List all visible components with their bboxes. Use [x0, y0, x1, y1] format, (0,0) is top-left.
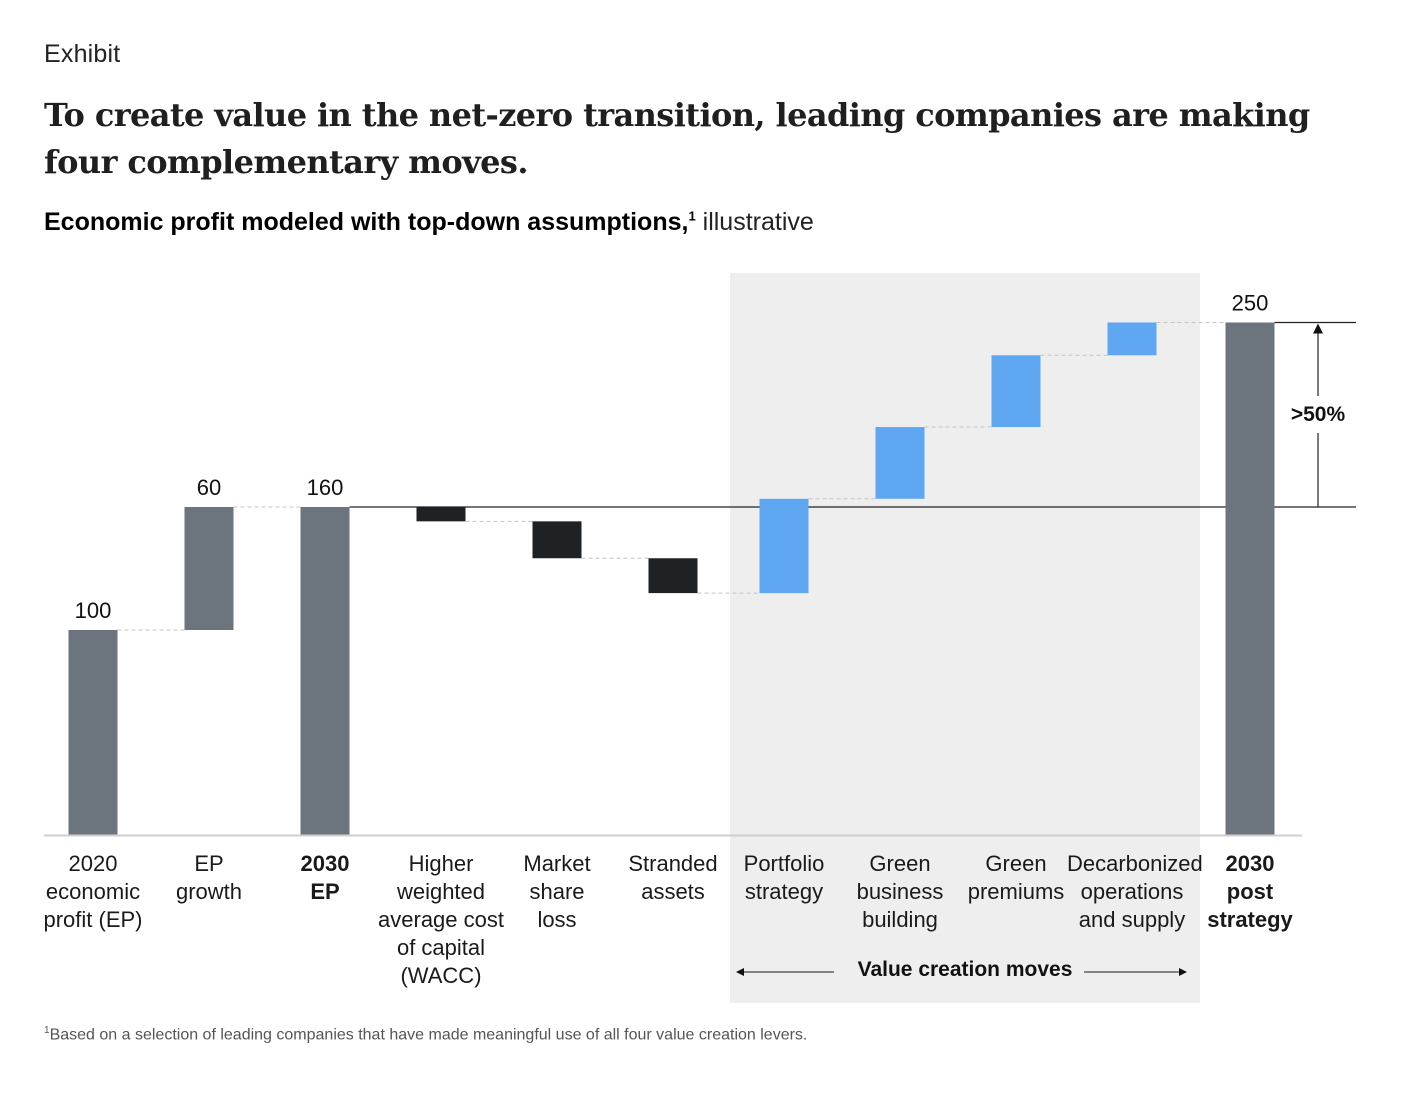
category-label: Green premiums: [967, 851, 1065, 904]
category-label: 2030 EP: [300, 851, 350, 904]
value-label: 60: [197, 475, 221, 500]
bar-market-share-loss: [532, 521, 582, 559]
category-label: 2020 economic profit (EP): [43, 851, 143, 932]
footnote-text: Based on a selection of leading companie…: [49, 1026, 808, 1044]
value-creation-moves-label: Value creation moves: [857, 958, 1073, 981]
arrow-up-icon: [1313, 323, 1323, 334]
footnote: 1Based on a selection of leading compani…: [44, 1025, 807, 1044]
category-label: Green business building: [856, 851, 944, 932]
bar-green-business-building: [875, 427, 925, 499]
bar-ep-growth: [184, 507, 234, 630]
category-label: Market share loss: [523, 851, 591, 932]
bar-decarbonized-operations-and-supply: [1107, 322, 1157, 356]
value-label: 100: [75, 598, 112, 623]
category-label: Decarbonized operations and supply: [1067, 851, 1203, 932]
bar-stranded-assets: [648, 558, 698, 594]
category-label: EP growth: [175, 851, 243, 904]
bar-2030-post-strategy: [1225, 322, 1275, 835]
value-label: 250: [1232, 291, 1269, 316]
growth-annotation: >50%: [1291, 323, 1346, 507]
category-label: Higher weighted average cost of capital (WAC…: [378, 851, 504, 988]
value-label: 160: [307, 475, 344, 500]
category-label: Portfolio strategy: [743, 851, 825, 904]
bar-2030-ep: [300, 507, 350, 835]
bar-higher-weighted-average-cost-of-capital-wacc: [416, 507, 466, 522]
growth-percent-label: >50%: [1291, 403, 1346, 426]
bar-green-premiums: [991, 355, 1041, 428]
bar-portfolio-strategy: [759, 498, 809, 594]
category-label: 2030 post strategy: [1207, 851, 1293, 932]
bar-2020-economic-profit-ep: [68, 630, 118, 835]
